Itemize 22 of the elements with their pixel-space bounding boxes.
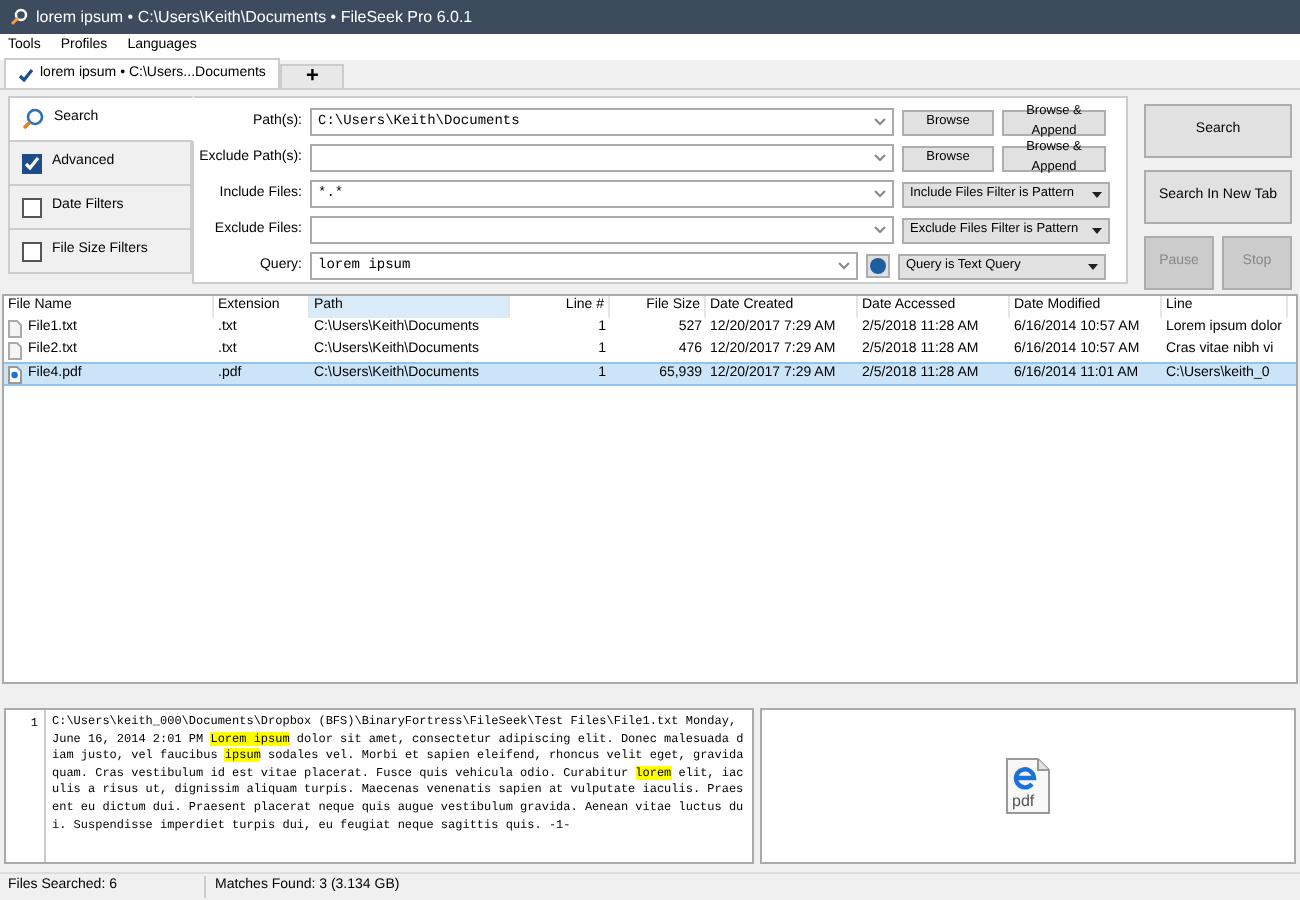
dropdown-arrow-icon [1088,263,1098,269]
chevron-icon [874,226,886,234]
window-title: lorem ipsum • C:\Users\Keith\Documents • FileSeek Pro 6.0.1 [36,5,473,29]
help-icon [866,254,890,278]
checkbox[interactable] [22,197,42,217]
pdf-file-icon [8,365,22,383]
chevron-icon [838,262,850,270]
chevron-icon [874,118,886,126]
pdf-file-icon: pdf [1006,758,1050,814]
dropdown-arrow-icon [1092,191,1102,197]
search-icon [22,108,44,130]
checkmark-icon [18,67,34,81]
checkmark-icon [24,156,40,170]
combo-field[interactable] [310,216,894,244]
new-tab-button[interactable]: + [279,64,345,88]
checkbox[interactable] [22,241,42,261]
combo-field[interactable] [310,144,894,172]
magnifier-icon [10,8,28,26]
checkbox[interactable] [22,153,42,173]
chevron-icon [874,190,886,198]
chevron-icon [874,154,886,162]
dropdown-arrow-icon [1092,227,1102,233]
